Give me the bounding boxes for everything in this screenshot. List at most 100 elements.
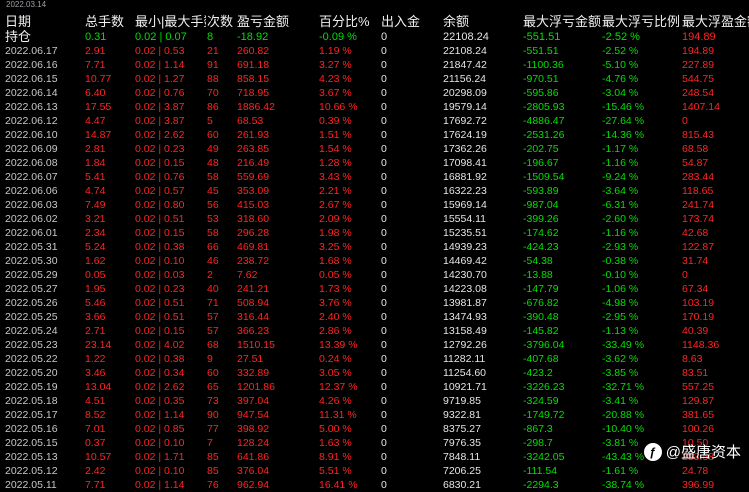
cell-count: 5 — [207, 115, 213, 127]
table-row[interactable]: 2022.05.25 3.66 0.02 | 0.51 57 316.44 2.40 % 0… — [4, 310, 749, 324]
cell-count: 8 — [207, 31, 214, 43]
col-header-date[interactable]: 日期 — [4, 14, 84, 30]
cell-count: 7 — [207, 437, 213, 449]
cell-total-lots: 1.62 — [85, 255, 106, 267]
table-row[interactable]: 2022.06.17 2.91 0.02 | 0.53 21 260.82 1.19 % 0… — [4, 44, 749, 58]
cell-min-max-lots: 0.02 | 0.85 — [135, 423, 185, 435]
cell-max-float-loss-pct: -1.17 % — [602, 143, 639, 155]
table-row[interactable]: 2022.05.13 10.57 0.02 | 1.71 85 641.86 8.91 %… — [4, 450, 749, 464]
cell-max-float-profit: 248.54 — [682, 87, 715, 99]
cell-deposit: 0 — [381, 73, 387, 85]
cell-percent: 1.73 % — [319, 283, 352, 295]
cell-date: 2022.05.31 — [5, 241, 58, 253]
cell-pnl: 718.95 — [237, 87, 270, 99]
table-row[interactable]: 2022.05.27 1.95 0.02 | 0.23 40 241.21 1.73 % 0… — [4, 282, 749, 296]
cell-count: 91 — [207, 59, 219, 71]
col-header-min-max-lots[interactable]: 最小|最大手数 — [134, 14, 206, 30]
cell-pnl: 260.82 — [237, 45, 270, 57]
table-row[interactable]: 2022.05.11 7.71 0.02 | 1.14 76 962.94 16.41 %… — [4, 478, 749, 492]
table-row[interactable]: 2022.06.10 14.87 0.02 | 2.62 60 261.93 1.51 %… — [4, 128, 749, 142]
cell-count: 60 — [207, 367, 219, 379]
cell-pnl: 397.04 — [237, 395, 270, 407]
col-header-max-float-loss[interactable]: 最大浮亏金额 — [522, 14, 601, 30]
table-row[interactable]: 2022.06.06 4.74 0.02 | 0.57 45 353.09 2.21 % 0… — [4, 184, 749, 198]
cell-pnl: 238.72 — [237, 255, 270, 267]
cell-date: 2022.06.10 — [5, 129, 58, 141]
table-row[interactable]: 2022.05.15 0.37 0.02 | 0.10 7 128.24 1.63 % 0 7… — [4, 436, 749, 450]
table-row[interactable]: 2022.05.23 23.14 0.02 | 4.02 68 1510.15 13.39… — [4, 338, 749, 352]
col-header-balance[interactable]: 余额 — [442, 14, 522, 30]
col-header-max-float-loss-pct[interactable]: 最大浮亏比例 — [601, 14, 681, 30]
cell-min-max-lots: 0.02 | 0.80 — [135, 199, 185, 211]
table-row[interactable]: 2022.06.07 5.41 0.02 | 0.76 58 559.69 3.43 % 0… — [4, 170, 749, 184]
table-row[interactable]: 2022.06.08 1.84 0.02 | 0.15 48 216.49 1.28 % 0… — [4, 156, 749, 170]
table-row[interactable]: 2022.05.29 0.05 0.02 | 0.03 2 7.62 0.05 % 0 142… — [4, 268, 749, 282]
table-row[interactable]: 2022.05.22 1.22 0.02 | 0.38 9 27.51 0.24 % 0 11… — [4, 352, 749, 366]
cell-max-float-profit: 194.89 — [682, 45, 715, 57]
cell-percent: 4.26 % — [319, 395, 352, 407]
cell-min-max-lots: 0.02 | 0.15 — [135, 227, 185, 239]
cell-percent: 1.63 % — [319, 437, 352, 449]
col-header-count[interactable]: 次数 — [206, 14, 236, 30]
cell-total-lots: 17.55 — [85, 101, 112, 113]
cell-max-float-loss: -54.38 — [523, 255, 553, 267]
table-row[interactable]: 2022.05.26 5.46 0.02 | 0.51 71 508.94 3.76 % 0… — [4, 296, 749, 310]
cell-pnl: 366.23 — [237, 325, 270, 337]
cell-max-float-loss-pct: -3.41 % — [602, 395, 639, 407]
table-row[interactable]: 2022.06.01 2.34 0.02 | 0.15 58 296.28 1.98 % 0… — [4, 226, 749, 240]
cell-pnl: 241.21 — [237, 283, 270, 295]
table-row[interactable]: 2022.05.20 3.46 0.02 | 0.34 60 332.89 3.05 % 0… — [4, 366, 749, 380]
cell-deposit: 0 — [381, 479, 387, 491]
cell-max-float-loss: -595.86 — [523, 87, 559, 99]
table-row[interactable]: 2022.05.31 5.24 0.02 | 0.38 66 469.81 3.25 % 0… — [4, 240, 749, 254]
table-row[interactable]: 2022.05.18 4.51 0.02 | 0.35 73 397.04 4.26 % 0… — [4, 394, 749, 408]
col-header-max-float-profit[interactable]: 最大浮盈金额 — [681, 14, 749, 30]
table-row[interactable]: 2022.05.24 2.71 0.02 | 0.15 57 366.23 2.86 % 0… — [4, 324, 749, 338]
cell-min-max-lots: 0.02 | 0.53 — [135, 45, 185, 57]
cell-max-float-loss-pct: -3.62 % — [602, 353, 639, 365]
cell-percent: 3.76 % — [319, 297, 352, 309]
cell-balance: 22108.24 — [443, 45, 487, 57]
table-row[interactable]: 2022.06.13 17.55 0.02 | 3.87 86 1886.42 10.66… — [4, 100, 749, 114]
cell-max-float-loss-pct: -4.76 % — [602, 73, 639, 85]
cell-deposit: 0 — [381, 381, 387, 393]
cell-max-float-profit: 24.78 — [682, 465, 709, 477]
col-header-pnl[interactable]: 盈亏金额 — [236, 14, 318, 30]
watermark: ƒ @盛唐资本 — [643, 441, 741, 462]
cell-percent: 2.09 % — [319, 213, 352, 225]
table-row[interactable]: 2022.06.14 6.40 0.02 | 0.76 70 718.95 3.67 % 0… — [4, 86, 749, 100]
cell-pnl: 962.94 — [237, 479, 270, 491]
table-row[interactable]: 2022.06.12 4.47 0.02 | 3.87 5 68.53 0.39 % 0 17… — [4, 114, 749, 128]
cell-date: 2022.05.27 — [5, 283, 58, 295]
col-header-percent[interactable]: 百分比% — [318, 14, 380, 30]
table-row[interactable]: 2022.06.02 3.21 0.02 | 0.51 53 318.60 2.09 % 0… — [4, 212, 749, 226]
col-header-deposit[interactable]: 出入金 — [380, 14, 442, 30]
table-row[interactable]: 2022.06.09 2.81 0.02 | 0.23 49 263.85 1.54 % 0… — [4, 142, 749, 156]
cell-total-lots: 2.91 — [85, 45, 106, 57]
cell-max-float-profit: 54.87 — [682, 157, 709, 169]
cell-percent: 3.05 % — [319, 367, 352, 379]
cell-percent: 3.67 % — [319, 87, 352, 99]
cell-count: 9 — [207, 353, 213, 365]
cell-max-float-profit: 83.51 — [682, 367, 709, 379]
cell-max-float-loss-pct: -3.85 % — [602, 367, 639, 379]
table-row[interactable]: 2022.06.03 7.49 0.02 | 0.80 56 415.03 2.67 % 0… — [4, 198, 749, 212]
cell-total-lots: 7.71 — [85, 479, 106, 491]
table-row[interactable]: 2022.06.15 10.77 0.02 | 1.27 88 858.15 4.23 %… — [4, 72, 749, 86]
cell-total-lots: 14.87 — [85, 129, 112, 141]
cell-count: 76 — [207, 479, 219, 491]
cell-max-float-loss: -324.59 — [523, 395, 559, 407]
table-row[interactable]: 2022.06.16 7.71 0.02 | 1.14 91 691.18 3.27 % 0… — [4, 58, 749, 72]
table-row[interactable]: 2022.05.16 7.01 0.02 | 0.85 77 398.92 5.00 % 0… — [4, 422, 749, 436]
cell-deposit: 0 — [381, 87, 387, 99]
table-row[interactable]: 2022.05.19 13.04 0.02 | 2.62 65 1201.86 12.37… — [4, 380, 749, 394]
table-row[interactable]: 2022.05.17 8.52 0.02 | 1.14 90 947.54 11.31 %… — [4, 408, 749, 422]
holding-row[interactable]: 持仓 0.31 0.02 | 0.07 8 -18.92 -0.09 % 0 2… — [4, 30, 749, 44]
cell-max-float-loss: -147.79 — [523, 283, 559, 295]
table-row[interactable]: 2022.05.30 1.62 0.02 | 0.10 46 238.72 1.68 % 0… — [4, 254, 749, 268]
cell-count: 57 — [207, 311, 219, 323]
col-header-total-lots[interactable]: 总手数 — [84, 14, 134, 30]
table-row[interactable]: 2022.05.12 2.42 0.02 | 0.10 85 376.04 5.51 % 0… — [4, 464, 749, 478]
cell-balance: 22108.24 — [443, 31, 489, 43]
cell-max-float-loss-pct: -0.10 % — [602, 269, 639, 281]
